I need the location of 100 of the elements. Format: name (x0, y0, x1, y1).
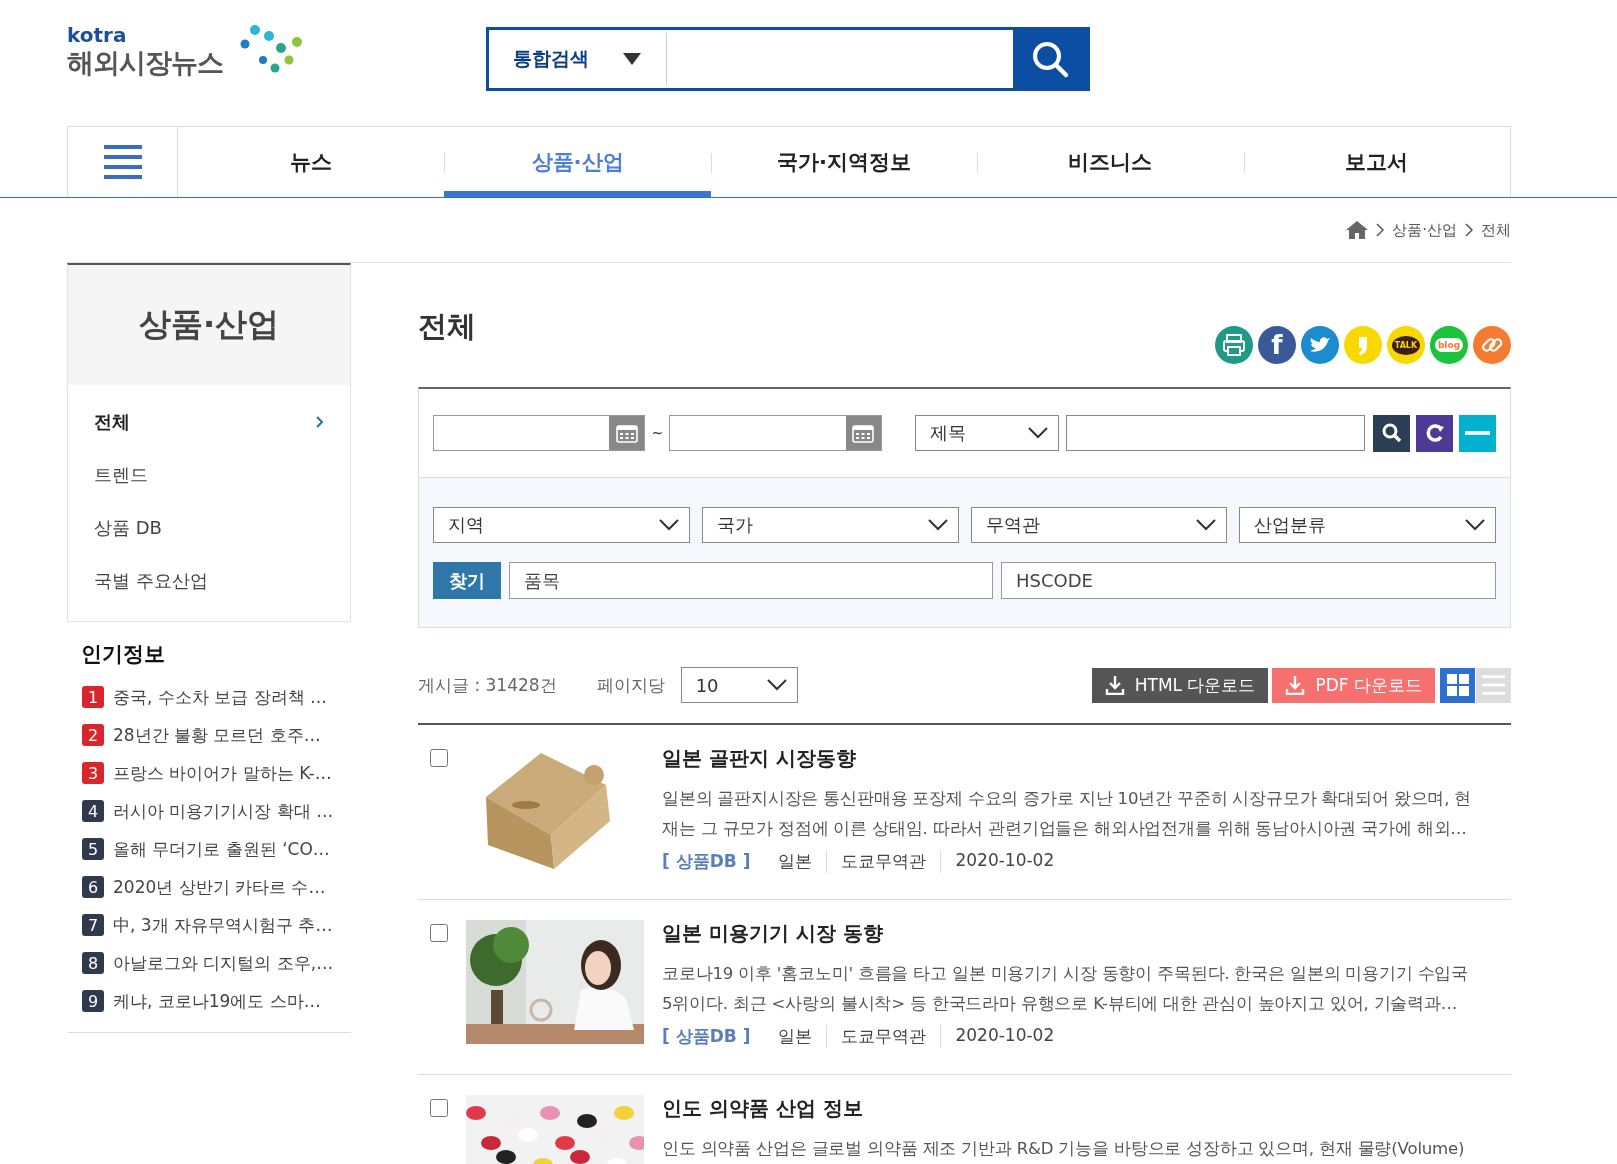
collapse-button[interactable] (1459, 414, 1496, 452)
minus-icon (1465, 431, 1490, 435)
item-input[interactable]: 품목 (509, 562, 993, 599)
popular-link[interactable]: 케냐, 코로나19에도 스마… (113, 989, 321, 1013)
category-tag: [ 상품DB ] (662, 850, 751, 873)
nav-tab[interactable]: 뉴스 (178, 127, 445, 197)
calendar-icon[interactable] (609, 416, 645, 450)
popular-link[interactable]: 28년간 불황 모르던 호주… (113, 723, 321, 747)
breadcrumb-link[interactable]: 전체 (1481, 220, 1511, 240)
list-icon (1482, 674, 1505, 696)
sidebar-item[interactable]: 국별 주요산업 (68, 554, 350, 607)
office-label: 도쿄무역관 (826, 850, 941, 873)
home-icon[interactable] (1346, 221, 1369, 239)
breadcrumb-link[interactable]: 상품·산업 (1392, 220, 1457, 240)
calendar-icon[interactable] (845, 416, 881, 450)
article-title[interactable]: 일본 골판지 시장동향 (662, 745, 1511, 772)
country-label: 일본 (777, 1025, 814, 1048)
rank-badge: 6 (82, 876, 104, 898)
popular-title: 인기정보 (80, 641, 166, 668)
chat-bubble-icon[interactable]: TALK (1387, 326, 1425, 364)
article-summary: 일본의 골판지시장은 통신판매용 포장제 수요의 증가로 지난 10년간 꾸준히 시장규모가 확대되어 왔으며, 현 (662, 788, 1473, 810)
per-page-label: 페이지당 (596, 673, 665, 697)
rank-badge: 3 (82, 762, 104, 784)
search-icon (1030, 39, 1070, 79)
chevron-down-icon (1465, 519, 1485, 531)
chevron-down-icon (927, 519, 948, 531)
popular-link[interactable]: 러시아 미용기기시장 확대 … (113, 799, 334, 823)
article-summary: 코로나19 이후 '홈코노미' 흐름을 타고 일본 미용기기 시장 동향이 주목된다. 한국은 일본의 미용기기 수입국 (662, 963, 1470, 985)
sidebar-title: 상품·산업 (68, 265, 350, 385)
popular-link[interactable]: 프랑스 바이어가 말하는 K-… (113, 761, 332, 785)
start-date-field[interactable] (433, 415, 646, 451)
link-icon[interactable] (1473, 326, 1511, 364)
article-summary: 인도 의약품 산업은 글로벌 의약품 제조 기반과 R&D 기능을 바탕으로 성장하고 있으며, 현재 물량(Volume) (662, 1138, 1466, 1160)
article-checkbox[interactable] (430, 1099, 448, 1117)
filter-select[interactable]: 지역 (433, 507, 690, 543)
popular-link[interactable]: 아날로그와 디지털의 조우,… (113, 951, 334, 975)
rank-badge: 7 (82, 914, 104, 936)
keyword-input[interactable] (1066, 415, 1366, 451)
nav-tab[interactable]: 비즈니스 (977, 127, 1244, 197)
download-icon (1285, 675, 1306, 695)
article-title[interactable]: 일본 미용기기 시장 동향 (662, 920, 1511, 947)
reset-button[interactable] (1416, 414, 1453, 452)
filter-select[interactable]: 산업분류 (1239, 507, 1496, 543)
filter-select[interactable]: 무역관 (970, 507, 1228, 543)
article-summary: 재는 그 규모가 정점에 이른 상태임. 따라서 관련기업들은 해외사업전개를 위해 동남아시아권 국가에 해외… (662, 818, 1468, 840)
office-label: 도쿄무역관 (826, 1025, 941, 1048)
rank-badge: 4 (82, 800, 104, 822)
hscode-input[interactable]: HSCODE (1001, 562, 1496, 599)
sidebar-item[interactable]: 전체 (68, 395, 350, 448)
page-title: 전체 (418, 308, 476, 345)
chevron-down-icon (1028, 427, 1049, 439)
date-separator: ~ (650, 425, 665, 441)
post-count: 게시글 : 31428건 (418, 673, 557, 697)
filter-select[interactable]: 국가 (701, 507, 959, 543)
popular-link[interactable]: 올해 무더기로 출원된 ‘CO… (113, 837, 330, 861)
country-label: 일본 (777, 850, 814, 873)
article-summary: 5위이다. 최근 <사랑의 불시착> 등 한국드라마 유행으로 K-뷰티에 대한 관심이 높아지고 있어, 기술력과… (662, 993, 1459, 1015)
popular-link[interactable]: 中, 3개 자유무역시험구 추… (113, 913, 333, 937)
sidebar-item[interactable]: 상품 DB (68, 501, 350, 554)
nav-tab[interactable]: 국가·지역정보 (710, 127, 978, 197)
nav-tab[interactable]: 보고서 (1243, 127, 1511, 197)
search-button[interactable] (1373, 414, 1411, 452)
search-icon (1381, 423, 1402, 443)
popular-link[interactable]: 2020년 상반기 카타르 수… (113, 875, 326, 899)
rank-badge: 5 (82, 838, 104, 860)
html-download-button[interactable]: HTML 다운로드 (1091, 667, 1269, 703)
chevron-icon (1465, 223, 1473, 237)
chevron-icon (1376, 223, 1385, 237)
grid-view-button[interactable] (1440, 667, 1475, 703)
refresh-icon (1424, 423, 1445, 443)
rank-badge: 9 (82, 990, 104, 1012)
search-button[interactable] (1013, 30, 1087, 88)
article-checkbox[interactable] (430, 749, 448, 767)
caret-icon (622, 52, 642, 66)
rank-badge: 2 (82, 724, 104, 746)
category-tag: [ 상품DB ] (662, 1025, 751, 1048)
grid-icon (1446, 674, 1469, 696)
printer-icon[interactable] (1215, 326, 1253, 364)
field-select[interactable]: 제목 (914, 415, 1060, 451)
rank-badge: 8 (82, 952, 104, 974)
nav-tab[interactable]: 상품·산업 (444, 127, 711, 197)
chevron-down-icon (1196, 519, 1217, 531)
chevron-down-icon (658, 519, 679, 531)
per-page-select[interactable]: 10 (680, 667, 798, 703)
facebook-icon[interactable]: f (1258, 326, 1296, 364)
rank-badge: 1 (82, 686, 104, 708)
menu-icon (103, 145, 142, 179)
bird-icon[interactable] (1301, 326, 1339, 364)
chevron-icon (316, 415, 324, 428)
sidebar-item[interactable]: 트렌드 (68, 448, 350, 501)
find-button[interactable]: 찾기 (433, 562, 501, 599)
end-date-field[interactable] (669, 415, 882, 451)
logo[interactable]: kotra 해외시장뉴스 (67, 24, 317, 88)
date-label: 2020-10-02 (940, 1025, 1069, 1048)
article-checkbox[interactable] (430, 924, 448, 942)
article-title[interactable]: 인도 의약품 산업 정보 (662, 1095, 1511, 1122)
date-label: 2020-10-02 (940, 850, 1069, 873)
popular-link[interactable]: 중국, 수소차 보급 장려책 … (113, 685, 328, 709)
chevron-down-icon (766, 679, 787, 691)
download-icon (1104, 675, 1125, 695)
